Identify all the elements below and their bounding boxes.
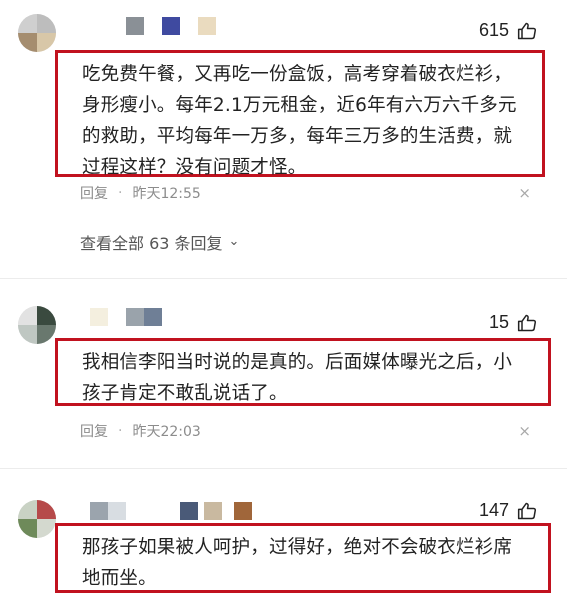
- like-count: 147: [478, 500, 509, 520]
- thumb-up-icon[interactable]: [517, 313, 537, 333]
- thumb-up-icon[interactable]: [517, 21, 537, 41]
- comment-text-highlighted: 我相信李阳当时说的是真的。后面媒体曝光之后，小孩子肯定不敢乱说话了。: [55, 338, 551, 406]
- divider: [0, 468, 567, 469]
- divider: [0, 278, 567, 279]
- comment-item: 147 那孩子如果被人呵护，过得好，绝对不会破衣烂衫席地而坐。: [0, 470, 567, 601]
- chevron-down-icon: ⌄: [228, 233, 240, 249]
- comment-text-highlighted: 吃免费午餐，又再吃一份盒饭，高考穿着破衣烂衫，身形瘦小。每年2.1万元租金，近6…: [55, 50, 545, 178]
- comment-meta: 回复 · 昨天22:03: [80, 421, 201, 441]
- comment-time: 昨天22:03: [132, 424, 201, 440]
- comment-meta: 回复 · 昨天12:55: [80, 183, 201, 203]
- avatar[interactable]: [18, 14, 56, 52]
- reply-button[interactable]: 回复: [80, 183, 108, 203]
- comment-item: 615 吃免费午餐，又再吃一份盒饭，高考穿着破衣烂衫，身形瘦小。每年2.1万元租…: [0, 0, 567, 290]
- view-all-replies-label: 查看全部 63 条回复: [80, 234, 223, 253]
- close-icon[interactable]: ×: [518, 184, 531, 202]
- view-all-replies-link[interactable]: 查看全部 63 条回复 ⌄: [80, 230, 239, 254]
- meta-separator: ·: [118, 185, 123, 201]
- like-count: 615: [478, 20, 509, 40]
- like-count: 15: [488, 312, 509, 332]
- comment-text: 我相信李阳当时说的是真的。后面媒体曝光之后，小孩子肯定不敢乱说话了。: [82, 352, 513, 404]
- like-control[interactable]: 15: [489, 312, 537, 333]
- username-masked[interactable]: [90, 308, 170, 326]
- thumb-up-icon[interactable]: [517, 501, 537, 521]
- reply-button[interactable]: 回复: [80, 421, 108, 441]
- comment-time: 昨天12:55: [132, 186, 201, 202]
- like-control[interactable]: 147: [479, 500, 537, 521]
- avatar[interactable]: [18, 500, 56, 538]
- comment-text: 吃免费午餐，又再吃一份盒饭，高考穿着破衣烂衫，身形瘦小。每年2.1万元租金，近6…: [82, 64, 517, 178]
- avatar[interactable]: [18, 306, 56, 344]
- meta-separator: ·: [118, 423, 123, 439]
- close-icon[interactable]: ×: [518, 422, 531, 440]
- like-control[interactable]: 615: [479, 20, 537, 41]
- username-masked[interactable]: [126, 17, 226, 35]
- comment-text-highlighted: 那孩子如果被人呵护，过得好，绝对不会破衣烂衫席地而坐。: [55, 523, 551, 593]
- comment-item: 15 我相信李阳当时说的是真的。后面媒体曝光之后，小孩子肯定不敢乱说话了。 回复…: [0, 290, 567, 470]
- comment-text: 那孩子如果被人呵护，过得好，绝对不会破衣烂衫席地而坐。: [82, 537, 513, 589]
- username-masked[interactable]: [90, 502, 260, 520]
